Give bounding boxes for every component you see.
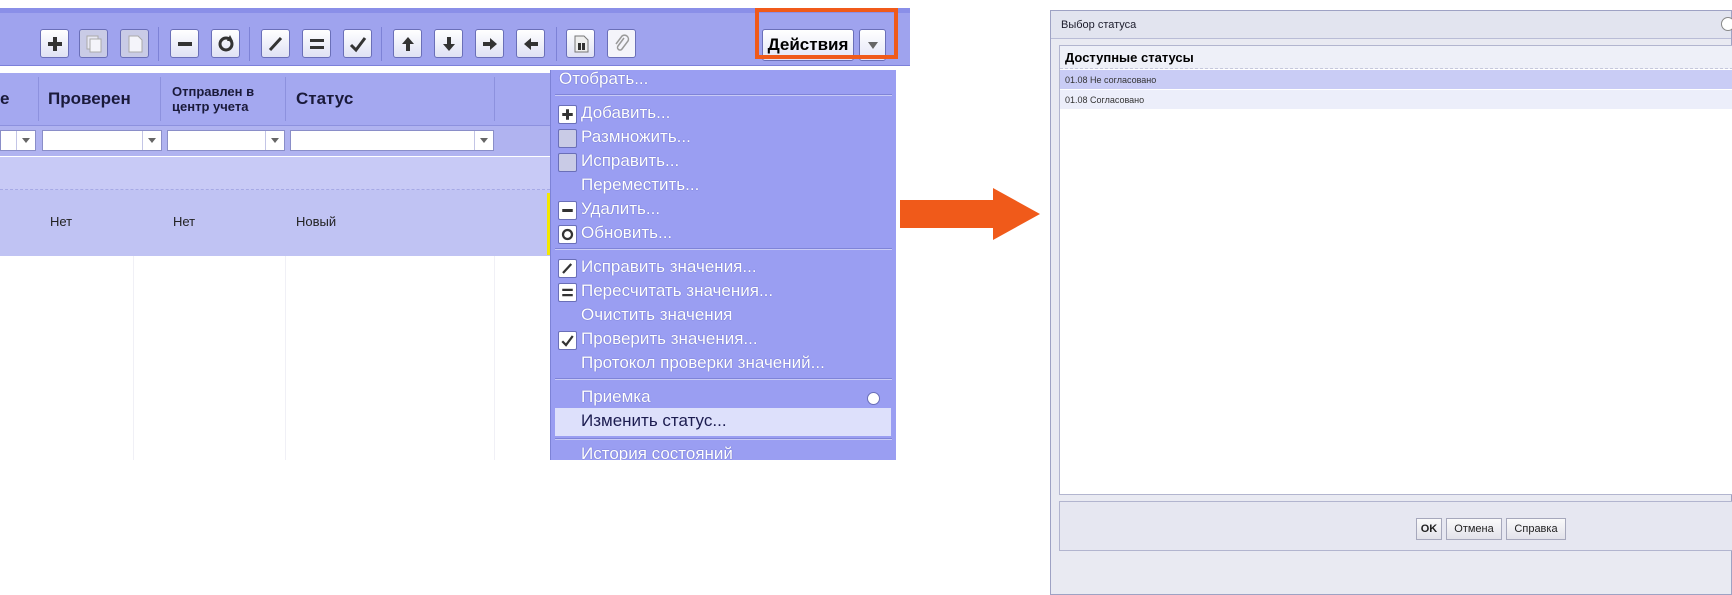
equals-icon[interactable]	[302, 29, 331, 58]
menu-item-acceptance[interactable]: Приемка	[581, 387, 651, 407]
ok-button[interactable]: OK	[1416, 518, 1442, 540]
menu-item-change-status[interactable]: Изменить статус...	[581, 411, 727, 431]
cell-status: Новый	[296, 214, 337, 229]
submenu-arrow-icon	[867, 392, 880, 405]
status-list: Доступные статусы 01.08 Не согласовано 0…	[1059, 45, 1732, 495]
check-icon	[558, 331, 577, 350]
copy-icon	[558, 129, 577, 148]
filter-select-checked[interactable]	[42, 130, 162, 151]
column-header-sent[interactable]: Отправлен в центр учета	[172, 73, 290, 125]
status-dialog: Выбор статуса Доступные статусы 01.08 Не…	[1050, 10, 1732, 595]
refresh-icon	[558, 225, 577, 244]
minus-icon[interactable]	[170, 29, 199, 58]
menu-item-edit[interactable]: Исправить...	[581, 151, 679, 171]
column-header-status[interactable]: Статус	[296, 73, 353, 125]
menu-item-add[interactable]: Добавить...	[581, 103, 670, 123]
pencil-icon	[558, 259, 577, 278]
pencil-icon[interactable]	[261, 29, 290, 58]
plus-icon[interactable]	[40, 29, 69, 58]
close-icon[interactable]	[1721, 17, 1732, 31]
menu-item-edit-values[interactable]: Исправить значения...	[581, 257, 757, 277]
list-item[interactable]: 01.08 Не согласовано	[1060, 70, 1732, 89]
help-button[interactable]: Справка	[1506, 518, 1566, 540]
page-icon[interactable]	[120, 29, 149, 58]
xls-icon[interactable]	[566, 29, 595, 58]
menu-item-move[interactable]: Переместить...	[581, 175, 699, 195]
list-item[interactable]: 01.08 Согласовано	[1060, 90, 1732, 109]
cell-checked: Нет	[50, 214, 73, 229]
menu-item-check-log[interactable]: Протокол проверки значений...	[581, 353, 825, 373]
actions-menu: Отобрать... Добавить... Размножить... Ис…	[550, 69, 896, 460]
dialog-footer: OK Отмена Справка	[1059, 501, 1732, 551]
list-header: Доступные статусы	[1060, 46, 1732, 69]
column-header-e[interactable]: е	[0, 73, 9, 125]
cancel-button[interactable]: Отмена	[1446, 518, 1502, 540]
left-panel: Действия е Проверен Отправлен в центр уч…	[0, 0, 910, 460]
minus-icon	[558, 201, 577, 220]
equals-icon	[558, 283, 577, 302]
paperclip-icon[interactable]	[607, 29, 636, 58]
copy-icon[interactable]	[79, 29, 108, 58]
arrow-up-icon[interactable]	[393, 29, 422, 58]
menu-item-history[interactable]: История состояний	[581, 444, 733, 460]
check-icon[interactable]	[343, 29, 372, 58]
column-header-checked[interactable]: Проверен	[48, 73, 131, 125]
filter-select-e[interactable]	[0, 130, 36, 151]
filter-select-sent[interactable]	[167, 130, 285, 151]
menu-item-delete[interactable]: Удалить...	[581, 199, 660, 219]
menu-item-recalculate[interactable]: Пересчитать значения...	[581, 281, 773, 301]
arrow-left-icon[interactable]	[516, 29, 545, 58]
grid-body	[0, 256, 550, 460]
page-icon	[558, 153, 577, 172]
actions-highlight	[755, 8, 898, 59]
menu-item-duplicate[interactable]: Размножить...	[581, 127, 691, 147]
arrow-right-icon	[900, 188, 1040, 240]
arrow-right-icon[interactable]	[475, 29, 504, 58]
dialog-title: Выбор статуса	[1051, 11, 1731, 39]
refresh-icon[interactable]	[211, 29, 240, 58]
filter-select-status[interactable]	[290, 130, 494, 151]
table-row[interactable]: Нет Нет Новый	[0, 190, 550, 256]
group-row	[0, 157, 550, 190]
menu-item-check-values[interactable]: Проверить значения...	[581, 329, 758, 349]
menu-item-refresh[interactable]: Обновить...	[581, 223, 672, 243]
cell-sent: Нет	[173, 214, 196, 229]
menu-item-select[interactable]: Отобрать...	[559, 69, 648, 89]
arrow-down-icon[interactable]	[434, 29, 463, 58]
grid-header: е Проверен Отправлен в центр учета Стату…	[0, 73, 550, 126]
menu-item-clear-values[interactable]: Очистить значения	[581, 305, 732, 325]
filter-row	[0, 126, 550, 156]
plus-icon	[558, 105, 577, 124]
